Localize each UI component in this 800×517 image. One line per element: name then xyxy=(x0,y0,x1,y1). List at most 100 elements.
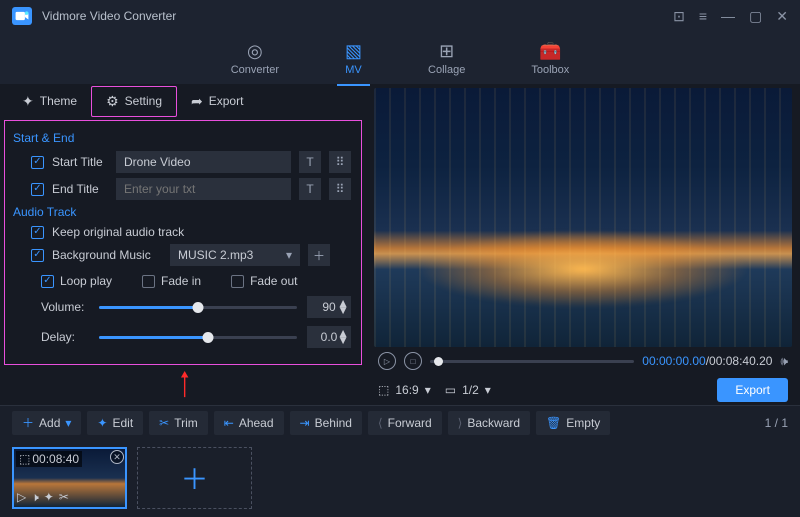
effect-icon[interactable]: ✦ xyxy=(44,490,54,505)
app-logo-icon xyxy=(12,7,32,25)
thumbnail-strip: ⬚00:08:40 ✕ ▷ 🕨 ✦ ✂ ＋ xyxy=(0,439,800,517)
seek-bar[interactable] xyxy=(430,360,634,363)
maximize-icon[interactable]: ▢ xyxy=(749,8,762,25)
volume-slider[interactable] xyxy=(99,306,297,309)
end-title-checkbox[interactable] xyxy=(31,183,44,196)
keep-audio-label: Keep original audio track xyxy=(52,225,184,239)
timecode: 00:00:00.00/00:08:40.20 xyxy=(642,354,772,368)
loop-checkbox[interactable] xyxy=(41,275,54,288)
export-button[interactable]: Export xyxy=(717,378,788,402)
wand-icon: ✦ xyxy=(97,416,107,430)
app-title: Vidmore Video Converter xyxy=(42,9,663,23)
mv-icon: ▧ xyxy=(345,41,362,62)
start-title-label: Start Title xyxy=(52,155,108,169)
gear-icon: ⚙ xyxy=(106,93,119,110)
fadeout-checkbox[interactable] xyxy=(231,275,244,288)
audio-track-heading: Audio Track xyxy=(13,205,351,219)
nav-collage[interactable]: ⊞ Collage xyxy=(420,37,473,80)
add-button[interactable]: ＋Add▾ xyxy=(12,411,81,435)
trim-button[interactable]: ✂Trim xyxy=(149,411,208,435)
tab-theme[interactable]: ✦ Theme xyxy=(8,87,91,116)
backward-button[interactable]: ⟩Backward xyxy=(448,411,530,435)
bgm-checkbox[interactable] xyxy=(31,249,44,262)
play-icon[interactable]: ▷ xyxy=(17,490,26,505)
subtabs: ✦ Theme ⚙ Setting ➦ Export xyxy=(0,84,370,118)
tab-export[interactable]: ➦ Export xyxy=(177,87,257,116)
end-title-font-button[interactable]: T xyxy=(299,178,321,200)
scissors-icon: ✂ xyxy=(159,416,169,430)
chevron-down-icon: ▾ xyxy=(425,383,431,397)
start-title-expand-button[interactable]: ⠿ xyxy=(329,151,351,173)
ahead-icon: ⇤ xyxy=(224,416,234,430)
trash-icon: 🗑 xyxy=(546,416,561,430)
left-panel: ✦ Theme ⚙ Setting ➦ Export Start & End S… xyxy=(0,84,370,405)
empty-button[interactable]: 🗑Empty xyxy=(536,411,610,435)
chevron-down-icon: ▾ xyxy=(485,383,491,397)
bgm-select[interactable]: MUSIC 2.mp3 ▾ xyxy=(170,244,300,266)
theme-icon: ✦ xyxy=(22,93,34,110)
forward-icon: ⟨ xyxy=(378,416,383,430)
behind-button[interactable]: ⇥Behind xyxy=(290,411,362,435)
end-title-expand-button[interactable]: ⠿ xyxy=(329,178,351,200)
forward-button[interactable]: ⟨Forward xyxy=(368,411,442,435)
film-icon: ⬚ xyxy=(19,452,30,466)
window-controls: ⊡ ≡ — ▢ ✕ xyxy=(673,8,788,25)
ahead-button[interactable]: ⇤Ahead xyxy=(214,411,284,435)
clip-toolbar: ＋Add▾ ✦Edit ✂Trim ⇤Ahead ⇥Behind ⟨Forwar… xyxy=(0,405,800,439)
clip-duration-badge: ⬚00:08:40 xyxy=(16,451,82,467)
converter-icon: ◎ xyxy=(247,41,263,62)
export-icon: ➦ xyxy=(191,93,203,110)
video-preview[interactable] xyxy=(374,88,792,347)
volume-label: Volume: xyxy=(41,300,89,314)
trim-icon[interactable]: ✂ xyxy=(59,490,69,505)
toolbox-icon: 🧰 xyxy=(539,41,561,62)
volume-icon[interactable]: 🕪 xyxy=(780,354,788,369)
playback-controls: ▷ □ 00:00:00.00/00:08:40.20 🕪 xyxy=(374,347,792,375)
end-title-input[interactable] xyxy=(116,178,291,200)
keep-audio-checkbox[interactable] xyxy=(31,226,44,239)
bgm-add-button[interactable]: ＋ xyxy=(308,244,330,266)
start-title-checkbox[interactable] xyxy=(31,156,44,169)
behind-icon: ⇥ xyxy=(300,416,310,430)
settings-panel: Start & End Start Title T ⠿ End Title T … xyxy=(4,120,362,365)
delay-spinner[interactable]: 0.0 ▲▼ xyxy=(307,326,351,348)
fadein-checkbox[interactable] xyxy=(142,275,155,288)
tab-setting[interactable]: ⚙ Setting xyxy=(91,86,177,117)
start-title-font-button[interactable]: T xyxy=(299,151,321,173)
bgm-label: Background Music xyxy=(52,248,162,262)
menu-icon[interactable]: ≡ xyxy=(699,8,707,24)
feedback-icon[interactable]: ⊡ xyxy=(673,8,685,25)
nav-converter[interactable]: ◎ Converter xyxy=(223,37,287,80)
right-panel: ▷ □ 00:00:00.00/00:08:40.20 🕪 ⬚16:9▾ ▭1/… xyxy=(370,84,800,405)
backward-icon: ⟩ xyxy=(458,416,463,430)
titlebar: Vidmore Video Converter ⊡ ≡ — ▢ ✕ xyxy=(0,0,800,32)
stop-button[interactable]: □ xyxy=(404,352,422,370)
start-title-input[interactable] xyxy=(116,151,291,173)
aspect-select[interactable]: ⬚16:9▾ xyxy=(378,383,431,397)
add-clip-card[interactable]: ＋ xyxy=(137,447,252,509)
main-nav: ◎ Converter ▧ MV ⊞ Collage 🧰 Toolbox xyxy=(0,32,800,84)
delay-slider[interactable] xyxy=(99,336,297,339)
plus-icon: ＋ xyxy=(22,414,34,431)
delay-label: Delay: xyxy=(41,330,89,344)
volume-spinner[interactable]: 90 ▲▼ xyxy=(307,296,351,318)
clip-thumbnail[interactable]: ⬚00:08:40 ✕ ▷ 🕨 ✦ ✂ xyxy=(12,447,127,509)
edit-button[interactable]: ✦Edit xyxy=(87,411,143,435)
minimize-icon[interactable]: — xyxy=(721,8,735,24)
play-button[interactable]: ▷ xyxy=(378,352,396,370)
aspect-icon: ⬚ xyxy=(378,383,389,397)
annotation-arrow xyxy=(0,371,370,401)
end-title-label: End Title xyxy=(52,182,108,196)
mute-icon[interactable]: 🕨 xyxy=(31,490,39,505)
clip-remove-button[interactable]: ✕ xyxy=(110,450,124,464)
nav-toolbox[interactable]: 🧰 Toolbox xyxy=(523,37,577,80)
zoom-icon: ▭ xyxy=(445,383,456,397)
chevron-down-icon: ▾ xyxy=(286,248,292,262)
clip-tool-icons: ▷ 🕨 ✦ ✂ xyxy=(17,490,69,505)
preview-options: ⬚16:9▾ ▭1/2▾ Export xyxy=(374,375,792,405)
zoom-select[interactable]: ▭1/2▾ xyxy=(445,383,491,397)
collage-icon: ⊞ xyxy=(439,41,454,62)
start-end-heading: Start & End xyxy=(13,131,351,145)
nav-mv[interactable]: ▧ MV xyxy=(337,37,370,80)
close-icon[interactable]: ✕ xyxy=(776,8,788,25)
